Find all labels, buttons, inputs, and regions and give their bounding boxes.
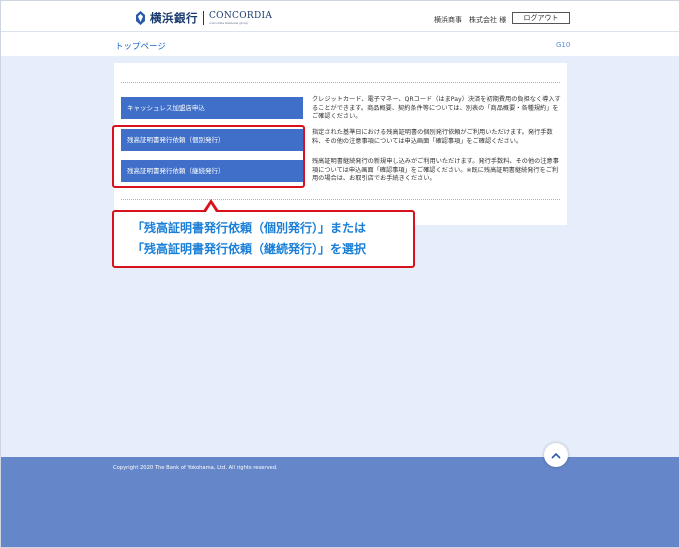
- footer: Copyright 2020 The Bank of Yokohama, Ltd…: [1, 457, 679, 547]
- instruction-callout: 「残高証明書発行依頼（個別発行）」または 「残高証明書発行依頼（継続発行）」を選…: [112, 210, 415, 268]
- bank-logo[interactable]: 横浜銀行 CONCORDIA concordia financial group: [135, 10, 272, 26]
- divider: [121, 199, 560, 200]
- logo-separator: [203, 11, 204, 25]
- logo-text-en-main: CONCORDIA: [209, 10, 273, 21]
- logo-text-jp: 横浜銀行: [150, 11, 198, 25]
- divider: [121, 82, 560, 83]
- cashless-application-description: クレジットカード、電子マネー、QRコード（はまPay）決済を初期費用の負担なく導…: [312, 96, 561, 121]
- title-bar: トップページ G10: [1, 32, 679, 56]
- back-to-top-button[interactable]: [544, 443, 568, 467]
- cashless-application-button[interactable]: キャッシュレス加盟店申込: [121, 97, 303, 119]
- balance-certificate-continuous-description: 残高証明書継続発行の新規申し込みがご利用いただけます。発行手数料、その他の注意事…: [312, 158, 559, 183]
- callout-line-1: 「残高証明書発行依頼（個別発行）」または: [132, 221, 367, 235]
- logo-text-en-sub: concordia financial group: [209, 20, 248, 25]
- balance-certificate-individual-description: 指定された基準日における残高証明書の個別発行依頼がご利用いただけます。発行手数料…: [312, 129, 553, 145]
- logout-button[interactable]: ログアウト: [512, 12, 570, 24]
- page-title: トップページ: [115, 42, 166, 52]
- copyright: Copyright 2020 The Bank of Yokohama, Ltd…: [113, 465, 278, 471]
- callout-line-2: 「残高証明書発行依頼（継続発行）」を選択: [132, 242, 367, 256]
- callout-pointer-fill: [206, 204, 216, 212]
- chevron-up-icon: [551, 452, 561, 459]
- bank-logo-icon: [136, 11, 145, 25]
- header: 横浜銀行 CONCORDIA concordia financial group…: [1, 1, 679, 32]
- user-name: 横浜商事 株式会社 様: [434, 16, 507, 24]
- logo-text-en: CONCORDIA concordia financial group: [209, 10, 273, 25]
- page-id: G10: [556, 41, 571, 49]
- selection-highlight: [112, 125, 305, 188]
